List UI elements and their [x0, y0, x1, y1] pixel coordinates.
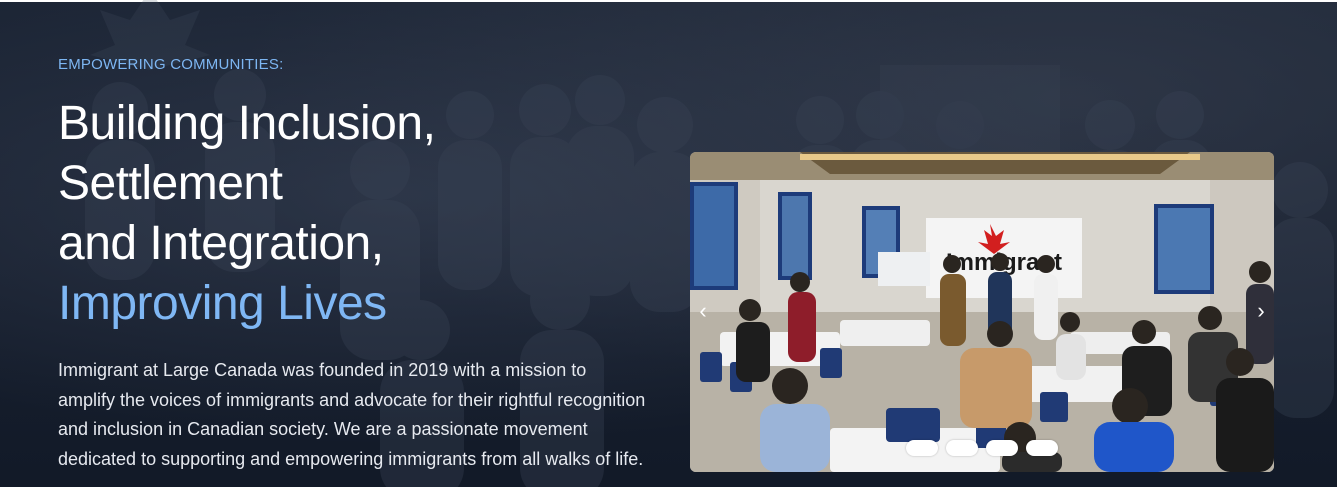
slide-photo: Immigrant [690, 152, 1274, 472]
slider-pagination [906, 440, 1058, 456]
hero-section: EMPOWERING COMMUNITIES: Building Inclusi… [0, 0, 1337, 487]
slider-next-arrow[interactable]: › [1250, 298, 1272, 324]
slider-dot-2[interactable] [946, 440, 978, 456]
hero-eyebrow: EMPOWERING COMMUNITIES: [58, 56, 284, 73]
headline-line-3: and Integration, [58, 217, 384, 270]
hero-description: Immigrant at Large Canada was founded in… [58, 360, 646, 469]
hero-headline: Building Inclusion, Settlement and Integ… [58, 94, 436, 334]
slider-dot-1[interactable] [906, 440, 938, 456]
headline-line-1: Building Inclusion, [58, 97, 436, 150]
chevron-right-icon: › [1257, 298, 1265, 323]
slider-prev-arrow[interactable]: ‹ [692, 298, 714, 324]
image-slider[interactable]: Immigrant [690, 152, 1274, 472]
slider-dot-3[interactable] [986, 440, 1018, 456]
headline-line-2: Settlement [58, 157, 283, 210]
chevron-left-icon: ‹ [699, 298, 707, 323]
headline-accent: Improving Lives [58, 277, 387, 330]
slider-dot-4[interactable] [1026, 440, 1058, 456]
